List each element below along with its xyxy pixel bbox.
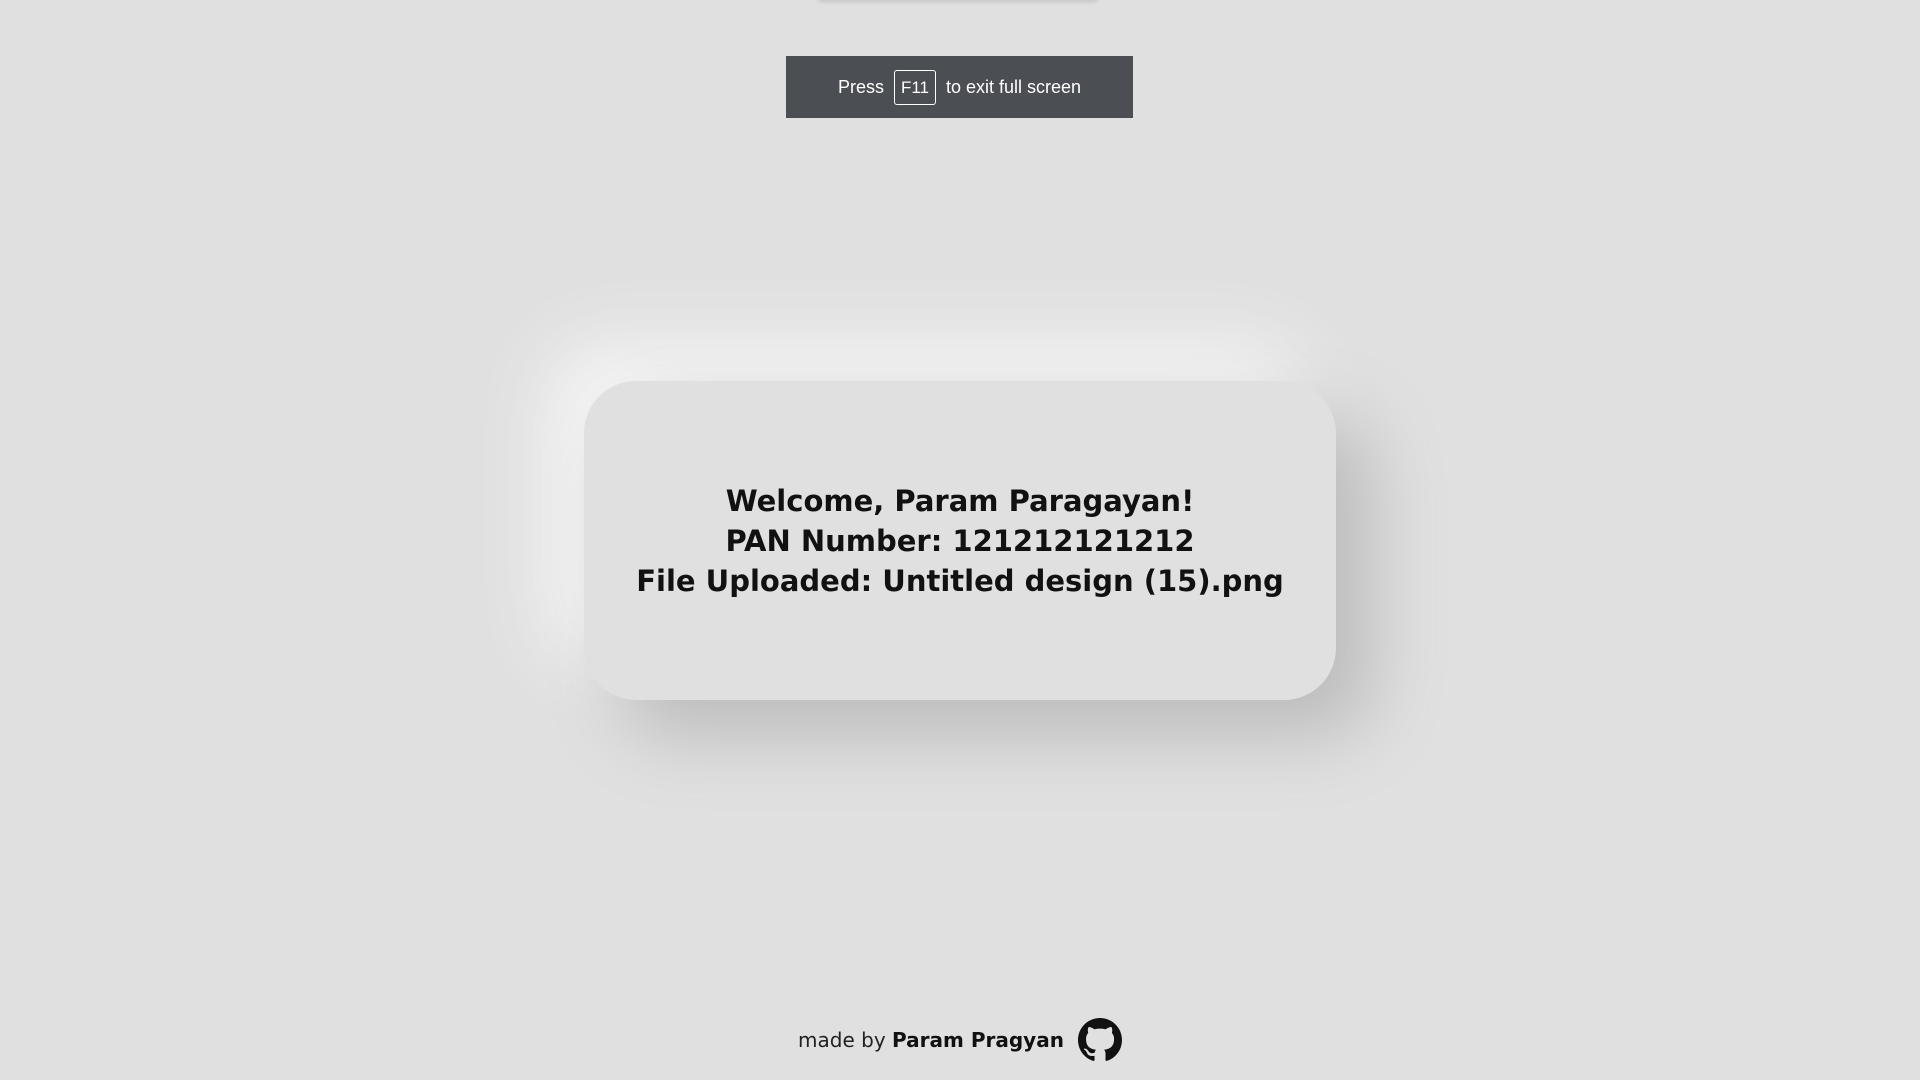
welcome-message: Welcome, Param Paragayan!	[725, 483, 1195, 518]
author-name: Param Pragyan	[892, 1028, 1064, 1052]
file-uploaded: File Uploaded: Untitled design (15).png	[636, 563, 1284, 598]
footer-credit: made by Param Pragyan	[798, 1028, 1064, 1052]
welcome-card: Welcome, Param Paragayan! PAN Number: 12…	[584, 381, 1336, 700]
made-by-label: made by	[798, 1028, 886, 1052]
fullscreen-notice-suffix: to exit full screen	[946, 76, 1082, 97]
page: Press F11 to exit full screen Welcome, P…	[0, 0, 1920, 1080]
footer: made by Param Pragyan	[0, 1018, 1920, 1062]
fullscreen-notice: Press F11 to exit full screen	[786, 56, 1133, 118]
github-icon[interactable]	[1077, 1018, 1122, 1062]
f11-key-badge: F11	[893, 69, 936, 105]
pan-number: PAN Number: 121212121212	[725, 523, 1195, 558]
fullscreen-notice-prefix: Press	[837, 76, 884, 97]
